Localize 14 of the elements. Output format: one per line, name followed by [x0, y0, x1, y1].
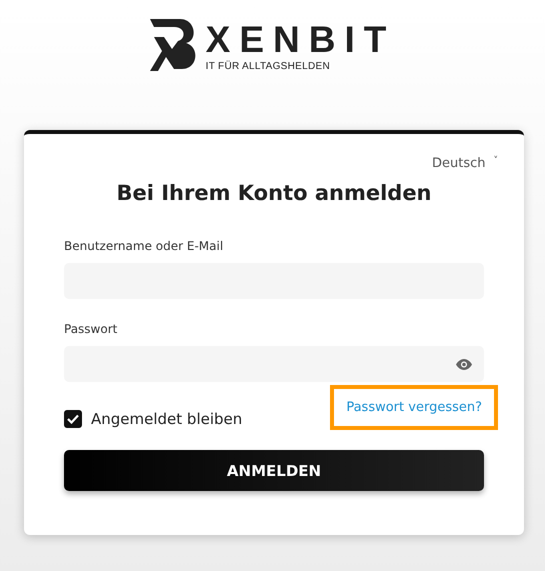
- brand-tagline: IT FÜR ALLTAGSHELDEN: [206, 61, 332, 72]
- check-icon: [67, 414, 79, 424]
- login-title: Bei Ihrem Konto anmelden: [115, 181, 433, 205]
- remember-label: Angemeldet bleiben: [91, 410, 242, 428]
- caret-icon[interactable]: ˅: [494, 156, 498, 166]
- password-field[interactable]: [64, 346, 484, 382]
- field-label: Passwort: [64, 322, 118, 336]
- brand-name: XENBIT: [206, 23, 396, 57]
- eye-icon[interactable]: [456, 358, 472, 370]
- login-button[interactable]: ANMELDEN: [64, 450, 484, 491]
- language-selector[interactable]: Deutsch: [432, 156, 486, 171]
- field-label: Benutzername oder E-Mail: [64, 239, 224, 253]
- forgot-password-link[interactable]: Passwort vergessen?: [330, 385, 498, 430]
- remember-checkbox[interactable]: [64, 410, 82, 428]
